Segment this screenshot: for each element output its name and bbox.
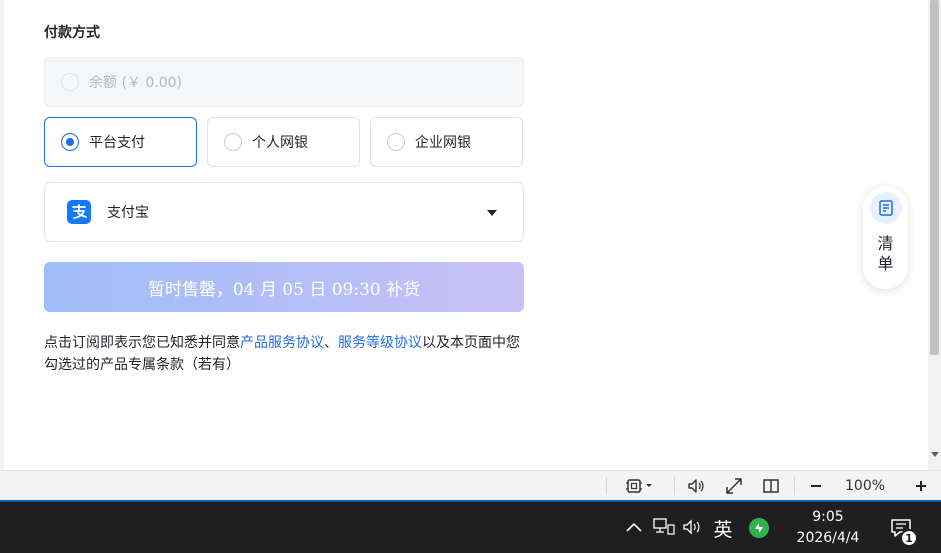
split-view-icon <box>763 479 779 493</box>
vertical-scrollbar[interactable] <box>928 0 941 470</box>
service-agreement-link[interactable]: 产品服务协议 <box>240 335 324 351</box>
ime-indicator[interactable]: 英 <box>709 514 737 542</box>
zoom-level: 100% <box>845 478 886 494</box>
fullscreen-button[interactable] <box>722 471 746 501</box>
section-title: 付款方式 <box>44 25 100 41</box>
zoom-out-icon <box>811 485 821 487</box>
network-icon <box>653 518 675 535</box>
agreement-text: 点击订阅即表示您已知悉并同意产品服务协议、服务等级协议以及本页面中您勾选过的产品… <box>44 332 530 376</box>
browser-statusbar: 100% <box>0 470 941 500</box>
statusbar-divider <box>794 477 795 495</box>
windows-taskbar: 英 9:05 2026/4/4 1 <box>0 500 941 553</box>
pay-option-enterprise-bank[interactable]: 企业网银 <box>370 117 523 167</box>
ime-label: 英 <box>713 518 733 541</box>
fullscreen-icon <box>726 478 742 494</box>
agreement-prefix: 点击订阅即表示您已知悉并同意 <box>44 335 240 351</box>
clock-time[interactable]: 9:05 <box>800 509 856 525</box>
chevron-up-icon <box>626 522 642 532</box>
list-doc-icon <box>869 192 902 224</box>
pay-option-label: 平台支付 <box>89 135 145 151</box>
alipay-icon <box>67 200 91 224</box>
zoom-out-button[interactable] <box>805 471 827 501</box>
buy-button[interactable]: 暂时售罄，04 月 05 日 09:30 补货 <box>44 262 524 312</box>
platform-radio[interactable] <box>61 133 79 151</box>
network-button[interactable] <box>652 515 676 539</box>
payment-channel-label: 支付宝 <box>107 205 149 221</box>
pay-option-personal-bank[interactable]: 个人网银 <box>207 117 360 167</box>
floating-list-button[interactable]: 清单 <box>863 186 908 289</box>
scrollbar-thumb[interactable] <box>930 0 939 355</box>
green-app-icon <box>749 518 769 538</box>
statusbar-divider <box>606 477 607 495</box>
clock-date[interactable]: 2026/4/4 <box>790 530 866 546</box>
balance-radio <box>61 73 79 91</box>
payment-channel-select[interactable]: 支付宝 <box>44 182 524 242</box>
notification-count-badge: 1 <box>900 529 918 547</box>
personal-bank-radio[interactable] <box>224 133 242 151</box>
speaker-icon <box>688 479 704 493</box>
tray-app-button[interactable] <box>747 516 771 540</box>
volume-icon <box>683 519 700 535</box>
scroll-down-arrow-icon[interactable] <box>931 452 939 457</box>
browser-content: 付款方式 余额 (￥ 0.00) 平台支付 个人网银 企业网银 支付宝 暂时售罄… <box>0 0 941 470</box>
left-edge <box>0 0 4 470</box>
pay-option-label: 个人网银 <box>252 135 308 151</box>
agreement-separator: 、 <box>324 335 338 351</box>
balance-label: 余额 (￥ 0.00) <box>89 75 182 91</box>
zoom-in-icon <box>916 481 926 491</box>
split-view-button[interactable] <box>759 471 783 501</box>
audio-button[interactable] <box>684 471 708 501</box>
show-hidden-icons-button[interactable] <box>622 515 646 539</box>
pay-option-platform[interactable]: 平台支付 <box>44 117 197 167</box>
statusbar-divider <box>674 477 675 495</box>
sla-link[interactable]: 服务等级协议 <box>338 335 422 351</box>
screenshot-icon <box>626 479 652 493</box>
floating-list-label: 清单 <box>877 234 894 273</box>
volume-button[interactable] <box>681 515 705 539</box>
enterprise-bank-radio[interactable] <box>387 133 405 151</box>
balance-option: 余额 (￥ 0.00) <box>44 57 524 107</box>
chevron-down-icon <box>487 210 497 216</box>
pay-option-label: 企业网银 <box>415 135 471 151</box>
zoom-in-button[interactable] <box>910 471 932 501</box>
screenshot-button[interactable] <box>620 471 660 501</box>
